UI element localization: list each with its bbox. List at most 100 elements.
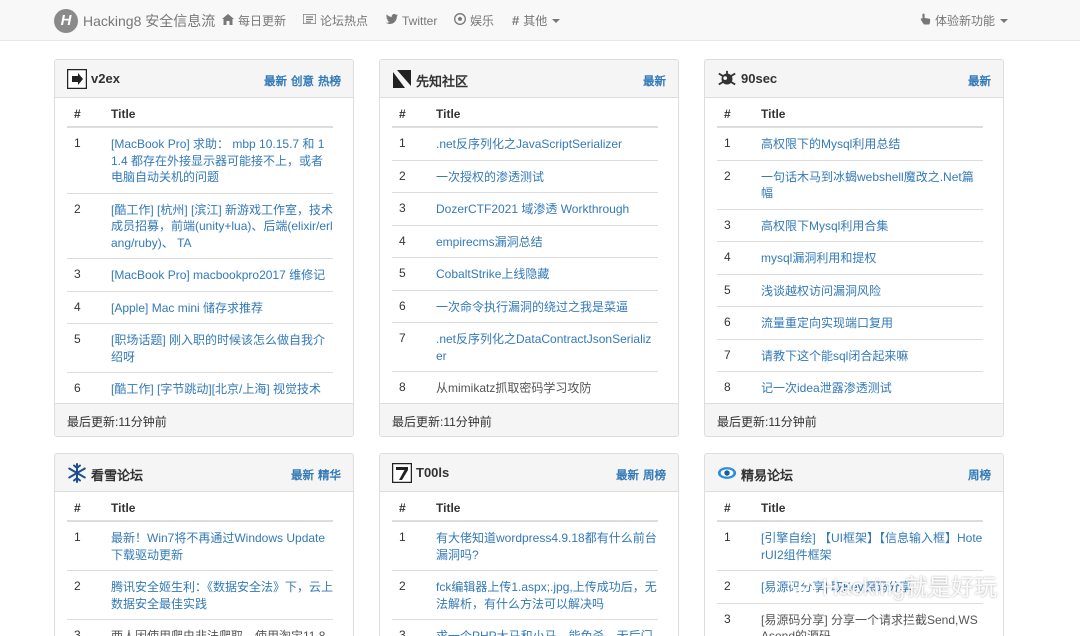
list-icon [302, 13, 317, 27]
row-number: 7 [724, 347, 731, 362]
row-number: 2 [724, 168, 731, 183]
nav-label: Twitter [402, 13, 438, 28]
table-row: 2 腾讯安全姬生利：《数据安全法》下，云上数据安全最佳实践 [67, 571, 333, 620]
hand-pointer-icon [920, 13, 931, 28]
panel-links: 最新 创意 热榜 [260, 73, 341, 89]
latest-link[interactable]: 最新 [968, 76, 991, 88]
topic-link[interactable]: .net反序列化之JavaScriptSerializer [436, 136, 658, 153]
topic-link[interactable]: 求一个PHP大马和小马，能免杀，无后门 [436, 628, 658, 636]
table-row: 5 [职场话题] 刚入职的时候该怎么做自我介绍呀 [67, 324, 333, 373]
xianzhi-logo-icon [392, 69, 412, 89]
topic-link[interactable]: [MacBook Pro] 求助： mbp 10.15.7 和 11.4 都存在… [111, 136, 333, 186]
nav-entertainment[interactable]: 娱乐 [454, 0, 494, 41]
topic-link[interactable]: 腾讯安全姬生利：《数据安全法》下，云上数据安全最佳实践 [111, 579, 333, 612]
creative-link[interactable]: 创意 [291, 76, 314, 88]
topic-link[interactable]: 一次命令执行漏洞的绕过之我是菜逼 [436, 299, 658, 316]
panel-table: # Title 1 [引擎自绘] 【UI框架】【信息输入框】HoterUI2组件框… [705, 492, 1003, 636]
latest-link[interactable]: 最新 [643, 76, 666, 88]
twitter-icon [386, 14, 398, 27]
latest-link[interactable]: 最新 [616, 470, 639, 482]
topic-link[interactable]: 流量重定向实现端口复用 [761, 315, 983, 332]
nav-twitter[interactable]: Twitter [386, 0, 437, 41]
nav-daily-updates[interactable]: 每日更新 [222, 0, 286, 41]
topic-link[interactable]: [MacBook Pro] macbookpro2017 维修记 [111, 267, 333, 284]
latest-link[interactable]: 最新 [264, 76, 287, 88]
panel-footer: 最后更新:11分钟前 [380, 403, 678, 436]
topic-link[interactable]: 请教下这个能sql闭合起来嘛 [761, 348, 983, 365]
wechat-icon [790, 574, 816, 596]
row-number: 3 [74, 267, 81, 281]
topic-link[interactable]: [易源码分享] 分享一个请求拦截Send,WSAsend的源码 [761, 612, 983, 636]
topic-link[interactable]: 高权限下的Mysql利用总结 [761, 136, 983, 153]
row-number: 7 [399, 331, 406, 345]
column-header-num: # [724, 107, 731, 121]
v2ex-logo-icon [67, 69, 87, 89]
topic-link[interactable]: [酷工作] [字节跳动][北京/上海] 视觉技术 [111, 381, 333, 398]
topic-link[interactable]: mysql漏洞利用和提权 [761, 250, 983, 267]
panel-links: 最新 [639, 73, 666, 89]
table-header: # Title [717, 492, 983, 522]
column-header-title: Title [761, 107, 786, 121]
panel-table: # Title 1 .net反序列化之JavaScriptSerializer 2… [380, 98, 678, 404]
table-row: 6 一次命令执行漏洞的绕过之我是菜逼 [392, 291, 658, 323]
hot-link[interactable]: 热榜 [318, 76, 341, 88]
topic-link[interactable]: 一句话木马到冰蝎webshell魔改之.Net篇幅 [761, 169, 983, 202]
panel-links: 最新 [964, 73, 991, 89]
hash-icon: # [512, 13, 520, 28]
weekly-link[interactable]: 周榜 [968, 470, 991, 482]
top-navbar: H Hacking8 安全信息流 每日更新 论坛热点 Twitter 娱乐 # … [0, 0, 1080, 41]
brand[interactable]: H Hacking8 安全信息流 [54, 8, 215, 33]
topic-link[interactable]: [酷工作] [杭州] [滨江] 新游戏工作室，技术成员招募，前端(unity+l… [111, 202, 333, 252]
topic-link[interactable]: 最新！Win7将不再通过Windows Update下载驱动更新 [111, 530, 333, 563]
row-number: 3 [724, 217, 731, 232]
featured-link[interactable]: 精华 [318, 470, 341, 482]
topic-link[interactable]: DozerCTF2021 域渗透 Workthrough [436, 201, 658, 218]
watermark: Hacking就是好玩 [790, 568, 997, 602]
topic-link[interactable]: CobaltStrike上线隐藏 [436, 266, 658, 283]
column-header-num: # [74, 501, 81, 515]
table-row: 4 [Apple] Mac mini 储存求推荐 [67, 292, 333, 324]
nav-label: 其他 [523, 14, 548, 28]
topic-link[interactable]: 有大佬知道wordpress4.9.18都有什么前台漏洞吗? [436, 530, 658, 563]
panel-table: # Title 1 最新！Win7将不再通过Windows Update下载驱动更… [55, 492, 353, 636]
column-header-title: Title [111, 107, 136, 121]
row-number: 1 [399, 530, 406, 544]
brand-logo: H [54, 8, 78, 33]
topic-link[interactable]: [Apple] Mac mini 储存求推荐 [111, 300, 333, 317]
topic-link[interactable]: 两人因使用爬虫非法爬取，使用淘宝11.8 [111, 628, 333, 636]
row-number: 3 [724, 611, 731, 626]
panel-title: 精易论坛 [741, 468, 794, 483]
topic-link[interactable]: 一次授权的渗透测试 [436, 169, 658, 186]
table-row: 3 两人因使用爬虫非法爬取，使用淘宝11.8 [67, 620, 333, 636]
weekly-link[interactable]: 周榜 [643, 470, 666, 482]
panel-title: v2ex [91, 71, 120, 86]
nav-others-dropdown[interactable]: # 其他 [512, 0, 561, 41]
column-header-num: # [399, 501, 406, 515]
topic-link[interactable]: [引擎自绘] 【UI框架】【信息输入框】HoterUI2组件框架 [761, 530, 983, 563]
table-row: 6 [酷工作] [字节跳动][北京/上海] 视觉技术 [67, 373, 333, 405]
topic-link[interactable]: 从mimikatz抓取密码学习攻防 [436, 380, 658, 397]
nav-try-new-features-dropdown[interactable]: 体验新功能 [920, 0, 1009, 41]
row-number: 2 [399, 579, 406, 593]
topic-link[interactable]: .net反序列化之DataContractJsonSerializer [436, 331, 658, 364]
topic-link[interactable]: empirecms漏洞总结 [436, 234, 658, 251]
table-row: 4 mysql漏洞利用和提权 [717, 242, 983, 275]
latest-link[interactable]: 最新 [291, 470, 314, 482]
nav-forum-hot[interactable]: 论坛热点 [302, 0, 368, 41]
topic-link[interactable]: 浅谈越权访问漏洞风险 [761, 283, 983, 300]
panel-footer: 最后更新:11分钟前 [705, 403, 1003, 436]
row-number: 1 [74, 136, 81, 150]
table-row: 1 高权限下的Mysql利用总结 [717, 128, 983, 161]
panel-jingyi: 精易论坛 周榜 # Title 1 [引擎自绘] 【UI框架】【信息输入框】Hot… [704, 453, 1004, 636]
table-row: 3 求一个PHP大马和小马，能免杀，无后门 [392, 620, 658, 636]
topic-link[interactable]: 高权限下Mysql利用合集 [761, 218, 983, 235]
topic-link[interactable]: [职场话题] 刚入职的时候该怎么做自我介绍呀 [111, 332, 333, 365]
topic-link[interactable]: 记一次idea泄露渗透测试 [761, 380, 983, 397]
table-row: 2 一句话木马到冰蝎webshell魔改之.Net篇幅 [717, 161, 983, 210]
panel-90sec: 90sec 最新 # Title 1 高权限下的Mysql利用总结 2 一句话木马到… [704, 59, 1004, 437]
table-row: 1 最新！Win7将不再通过Windows Update下载驱动更新 [67, 522, 333, 571]
row-number: 1 [74, 530, 81, 544]
table-header: # Title [67, 98, 333, 128]
topic-link[interactable]: fck编辑器上传1.aspx;.jpg,上传成功后，无法解析，有什么方法可以解决… [436, 579, 658, 612]
table-row: 3 DozerCTF2021 域渗透 Workthrough [392, 193, 658, 226]
